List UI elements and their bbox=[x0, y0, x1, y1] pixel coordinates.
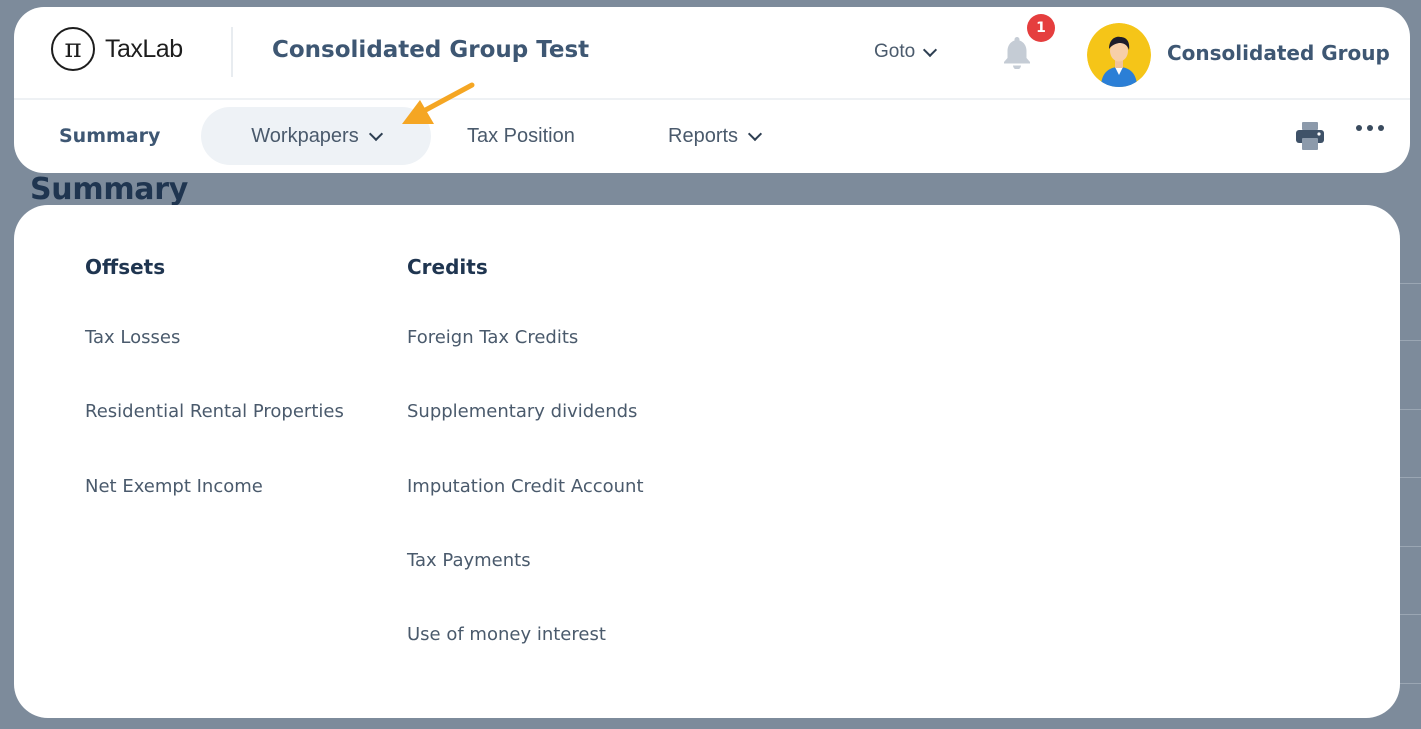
offsets-heading: Offsets bbox=[85, 255, 166, 279]
logo-text: TaxLab bbox=[105, 34, 183, 63]
chevron-down-icon bbox=[747, 126, 763, 141]
entity-title: Consolidated Group Test bbox=[272, 37, 590, 63]
more-options-icon[interactable] bbox=[1356, 125, 1384, 131]
goto-dropdown[interactable]: Goto bbox=[874, 41, 938, 63]
pi-logo-icon: π bbox=[51, 27, 95, 71]
chevron-down-icon bbox=[923, 42, 938, 57]
menu-item-tax-payments[interactable]: Tax Payments bbox=[407, 550, 531, 571]
page-title: Summary bbox=[30, 172, 188, 207]
taxlab-logo[interactable]: π TaxLab bbox=[51, 27, 183, 71]
bell-icon[interactable] bbox=[1002, 35, 1032, 69]
menu-item-foreign-tax-credits[interactable]: Foreign Tax Credits bbox=[407, 327, 578, 348]
notification-badge: 1 bbox=[1027, 14, 1055, 42]
tab-tax-position[interactable]: Tax Position bbox=[467, 107, 575, 165]
tab-workpapers-label: Workpapers bbox=[251, 124, 359, 147]
tab-summary[interactable]: Summary bbox=[59, 107, 160, 165]
menu-item-imputation-credit-account[interactable]: Imputation Credit Account bbox=[407, 476, 644, 497]
tab-reports[interactable]: Reports bbox=[668, 107, 763, 165]
printer-icon[interactable] bbox=[1294, 120, 1326, 152]
workpapers-dropdown-menu: Offsets Tax Losses Residential Rental Pr… bbox=[14, 205, 1400, 718]
menu-item-net-exempt-income[interactable]: Net Exempt Income bbox=[85, 476, 263, 497]
top-navigation-bar: π TaxLab Consolidated Group Test Goto 1 … bbox=[14, 7, 1410, 173]
tab-summary-label: Summary bbox=[59, 125, 161, 147]
main-tabs: Summary Workpapers Tax Position Reports bbox=[14, 107, 1410, 167]
header-divider bbox=[231, 27, 233, 77]
user-name[interactable]: Consolidated Group bbox=[1167, 41, 1390, 65]
tab-reports-label: Reports bbox=[668, 124, 739, 147]
menu-item-supplementary-dividends[interactable]: Supplementary dividends bbox=[407, 401, 637, 422]
user-avatar[interactable] bbox=[1087, 23, 1151, 87]
menu-item-tax-losses[interactable]: Tax Losses bbox=[85, 327, 180, 348]
annotation-arrow-icon bbox=[402, 82, 475, 124]
goto-label: Goto bbox=[874, 41, 916, 62]
menu-item-use-of-money-interest[interactable]: Use of money interest bbox=[407, 624, 606, 645]
credits-heading: Credits bbox=[407, 255, 488, 279]
tab-tax-position-label: Tax Position bbox=[467, 124, 575, 147]
menu-item-residential-rental-properties[interactable]: Residential Rental Properties bbox=[85, 401, 344, 422]
chevron-down-icon bbox=[368, 126, 383, 141]
header-separator bbox=[14, 98, 1410, 100]
